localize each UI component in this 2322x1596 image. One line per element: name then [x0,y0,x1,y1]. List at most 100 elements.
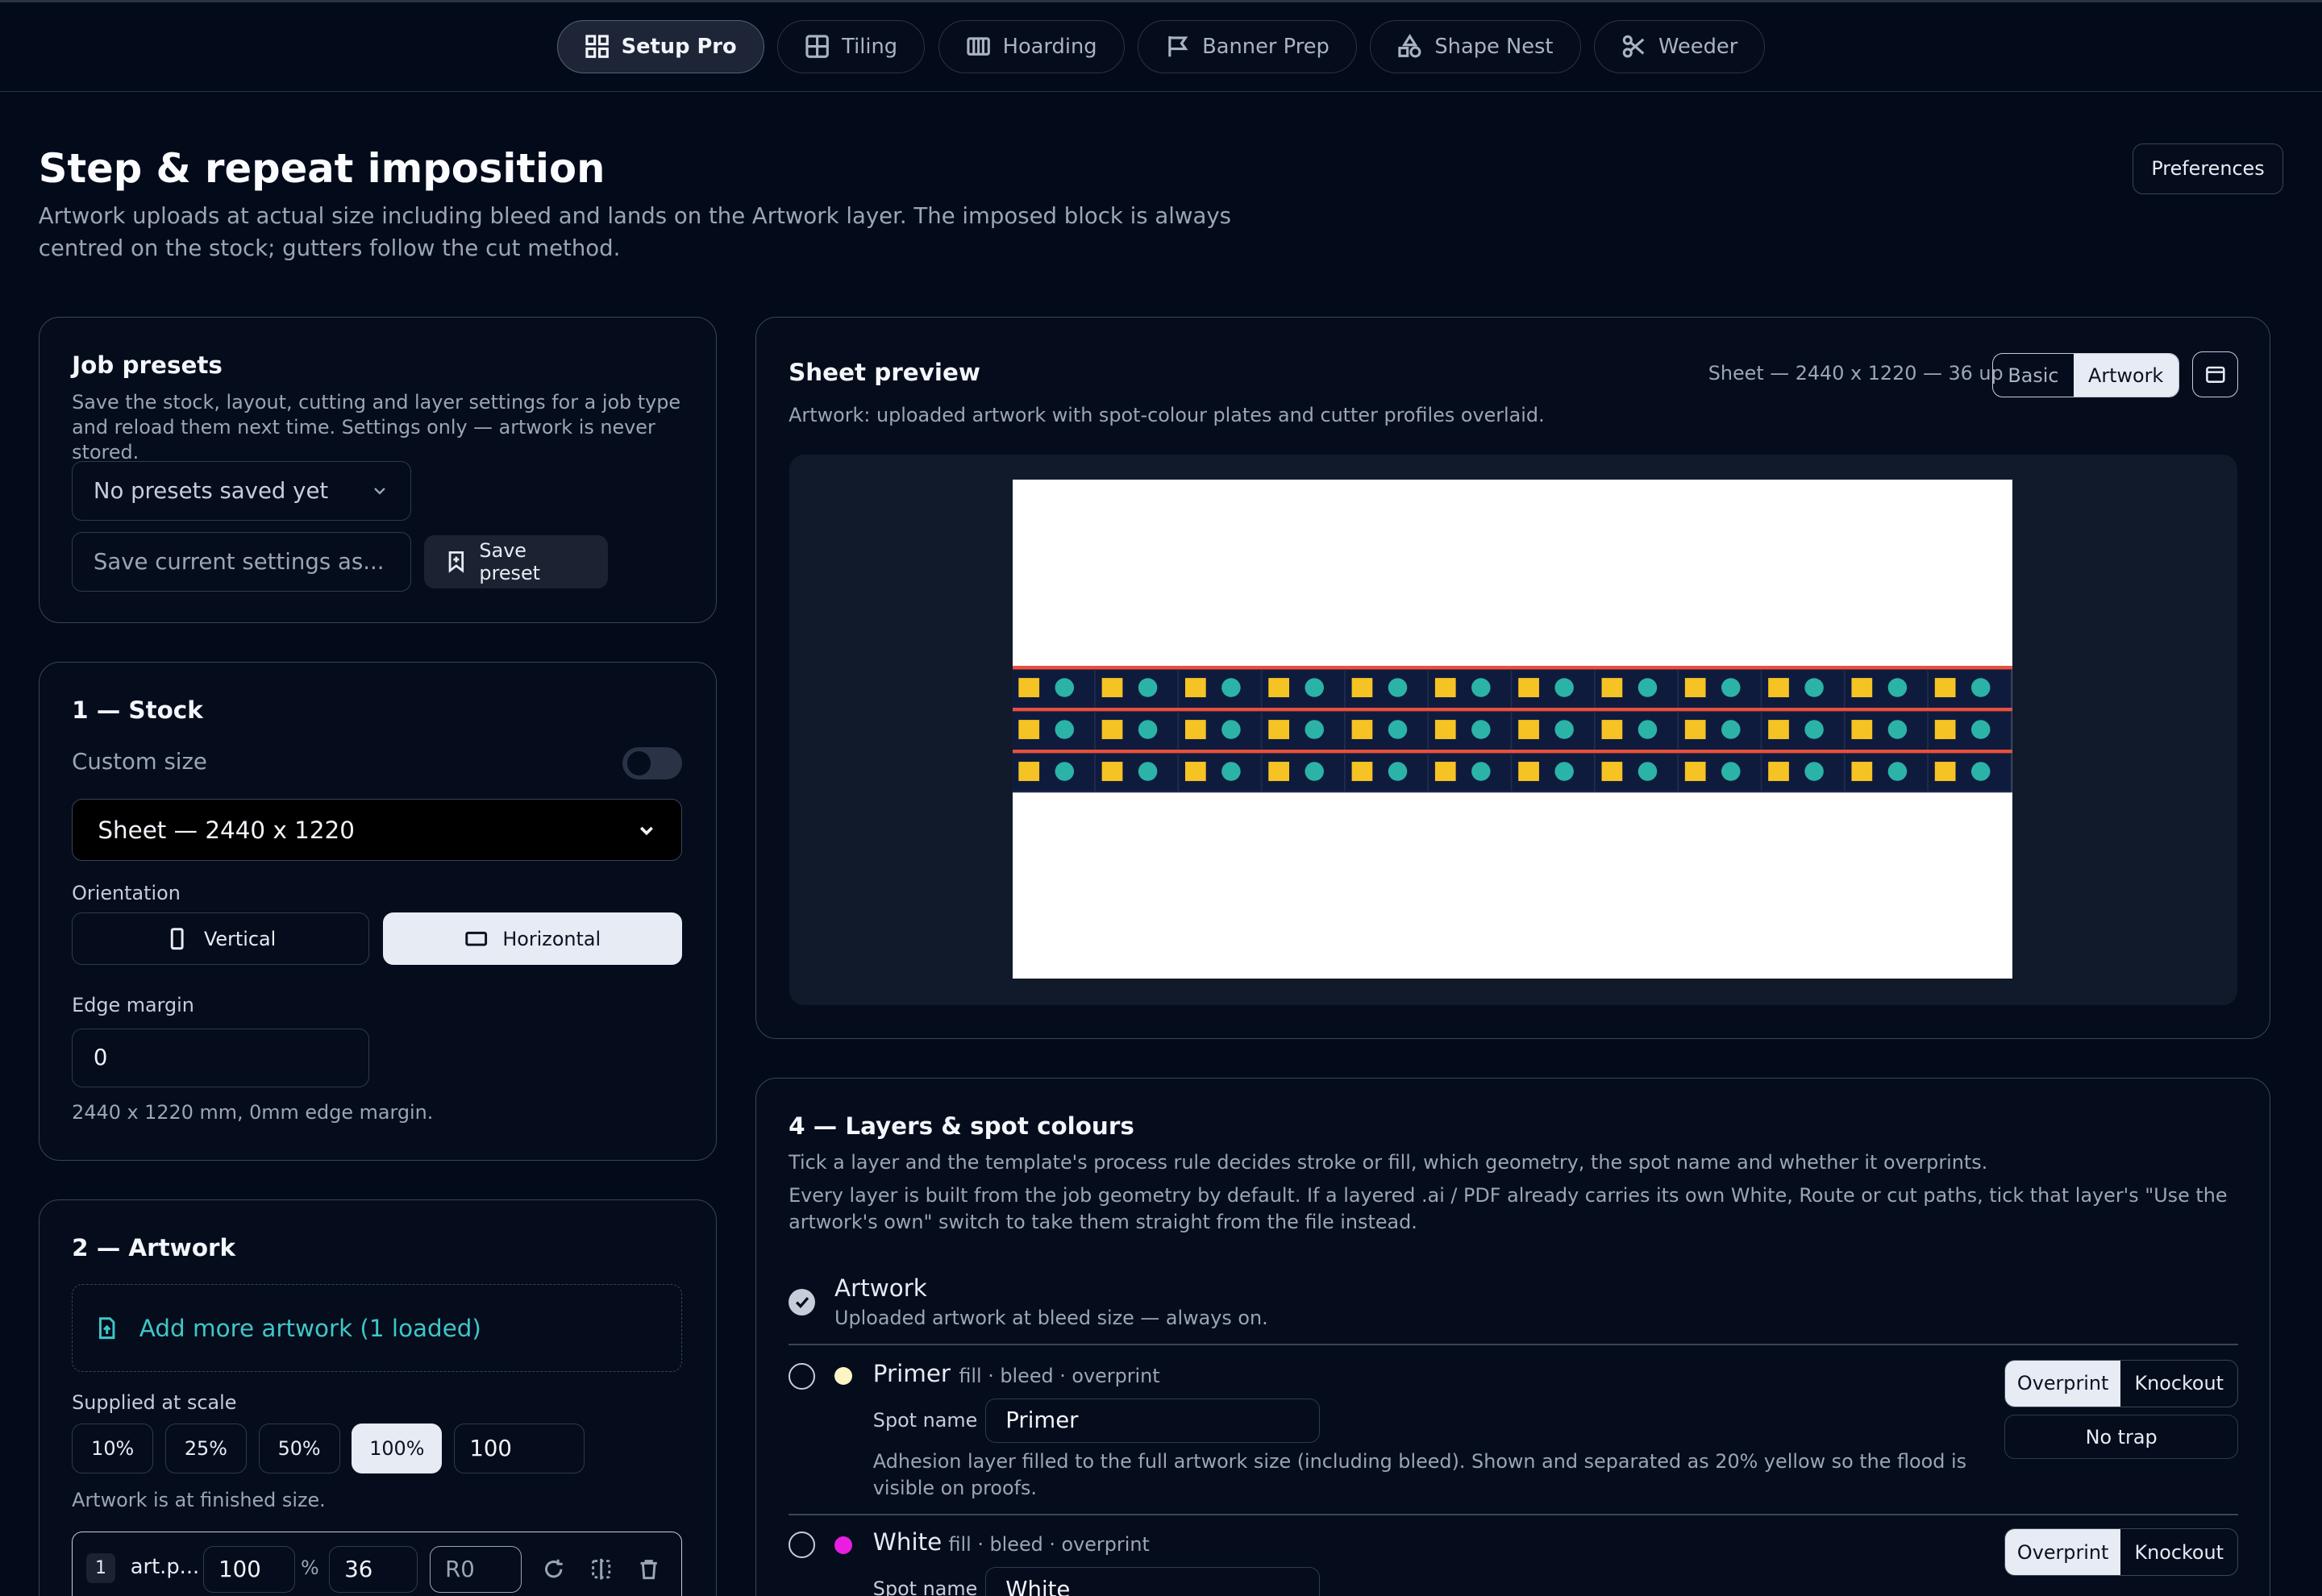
tab-hoarding[interactable]: Hoarding [938,19,1125,73]
tile-circle [1055,720,1075,739]
portrait-icon [171,928,184,950]
save-preset-button[interactable]: Save preset [424,535,609,589]
horizontal-label: Horizontal [502,927,601,950]
tile-square [1268,678,1290,698]
preset-name-input[interactable]: Save current settings as... [72,532,411,592]
tile-circle [1804,762,1825,781]
tile-square [1851,720,1873,740]
tile-square [1351,678,1373,698]
scale-note: Artwork is at finished size. [72,1488,326,1511]
imposed-block [1013,666,2013,793]
scale-50-button[interactable]: 50% [258,1424,340,1474]
tile-circle [1305,720,1325,739]
tile-circle [1471,720,1491,739]
file-qty-input[interactable]: 36 [328,1545,418,1594]
flag-icon [1168,36,1188,57]
scale-100-button[interactable]: 100% [352,1424,443,1474]
tile-square [1685,678,1706,698]
artwork-layer-note: Uploaded artwork at bleed size — always … [834,1306,1268,1329]
file-name: art.p... [130,1554,200,1579]
tile-circle [1971,678,1991,697]
tile-square [1518,678,1540,698]
scale-25-button[interactable]: 25% [164,1424,247,1474]
chevron-down-icon [374,488,385,495]
scale-10-button[interactable]: 10% [72,1424,154,1474]
white-swatch [834,1536,853,1554]
top-nav: Setup Pro Tiling Hoarding Banner Prep Sh… [0,0,2322,92]
page-subtitle: Artwork uploads at actual size including… [38,202,1231,262]
primer-swatch [834,1367,853,1386]
tile-circle [1138,762,1158,781]
preview-description: Artwork: uploaded artwork with spot-colo… [789,403,1545,426]
tile-circle [1221,762,1241,781]
primer-spot-input[interactable]: Primer [985,1398,1321,1443]
primer-overprint-button[interactable]: Overprint [2005,1361,2121,1407]
white-spot-input[interactable]: White [985,1567,1321,1596]
artwork-layer-checkbox [789,1288,816,1315]
save-preset-label: Save preset [479,539,540,585]
tab-label: Setup Pro [621,34,737,59]
white-overprint-button[interactable]: Overprint [2005,1529,2121,1576]
tile-square [1768,678,1790,698]
layer-divider [789,1514,2239,1515]
sheet-canvas [789,454,2238,1006]
tab-banner-prep[interactable]: Banner Prep [1138,19,1357,73]
shapes-icon [1398,34,1421,58]
white-checkbox[interactable] [789,1532,816,1559]
tile-circle [1138,720,1158,739]
presets-select[interactable]: No presets saved yet [72,461,411,521]
window-icon [2206,366,2225,383]
white-meta: fill · bleed · overprint [948,1532,1150,1556]
vertical-label: Vertical [203,927,277,950]
grid-icon [585,35,609,59]
tile-square [1601,720,1623,740]
tile-square [1851,762,1873,782]
scale-custom-input[interactable]: 100 [454,1424,585,1474]
tile-square [1435,678,1456,698]
layers-description-2: Every layer is built from the job geomet… [789,1183,2228,1233]
file-rotation-input[interactable]: R0 [429,1545,522,1594]
orientation-vertical-button[interactable]: Vertical [72,912,370,965]
tile-square [1101,678,1123,698]
fullscreen-button[interactable] [2192,351,2239,398]
mode-artwork-button[interactable]: Artwork [2073,354,2178,397]
tab-label: Tiling [842,34,898,59]
spot-name-label: Spot name [872,1577,978,1596]
tab-tiling[interactable]: Tiling [777,19,926,73]
page-title: Step & repeat imposition [38,144,605,192]
stock-select[interactable]: Sheet — 2440 x 1220 [72,798,682,862]
tile-square [1768,720,1790,740]
preferences-button[interactable]: Preferences [2132,143,2284,194]
hoarding-icon [967,37,990,56]
mode-basic-button[interactable]: Basic [1993,354,2073,397]
flip-icon[interactable] [589,1557,613,1581]
check-icon [795,1297,809,1309]
tile-circle [1804,720,1825,739]
white-knockout-button[interactable]: Knockout [2120,1529,2237,1575]
orientation-horizontal-button[interactable]: Horizontal [382,912,682,965]
tile-square [1685,762,1706,782]
primer-checkbox[interactable] [789,1362,816,1390]
tab-shape-nest[interactable]: Shape Nest [1370,19,1581,73]
edge-margin-input[interactable]: 0 [72,1028,370,1088]
primer-no-trap-button[interactable]: No trap [2004,1415,2239,1460]
trash-icon[interactable] [637,1557,660,1581]
tab-label: Banner Prep [1202,34,1330,59]
file-scale-input[interactable]: 100 [202,1545,295,1594]
presets-select-value: No presets saved yet [93,477,329,504]
rotate-icon[interactable] [542,1557,565,1581]
tile-circle [1388,720,1408,739]
primer-name: Primer [872,1360,951,1388]
tab-weeder[interactable]: Weeder [1594,19,1766,73]
scale-label: Supplied at scale [72,1390,237,1414]
landscape-icon [464,931,487,946]
job-presets-card: Job presets Save the stock, layout, cutt… [38,317,717,624]
add-artwork-dropzone[interactable]: Add more artwork (1 loaded) [72,1284,682,1372]
file-upload-icon [98,1317,115,1339]
tab-setup-pro[interactable]: Setup Pro [556,19,764,73]
custom-size-toggle[interactable] [622,746,682,780]
primer-knockout-button[interactable]: Knockout [2120,1361,2237,1407]
stock-card: 1 — Stock Custom size Sheet — 2440 x 122… [38,662,717,1161]
tile-square [1768,762,1790,782]
tab-label: Hoarding [1002,34,1097,59]
